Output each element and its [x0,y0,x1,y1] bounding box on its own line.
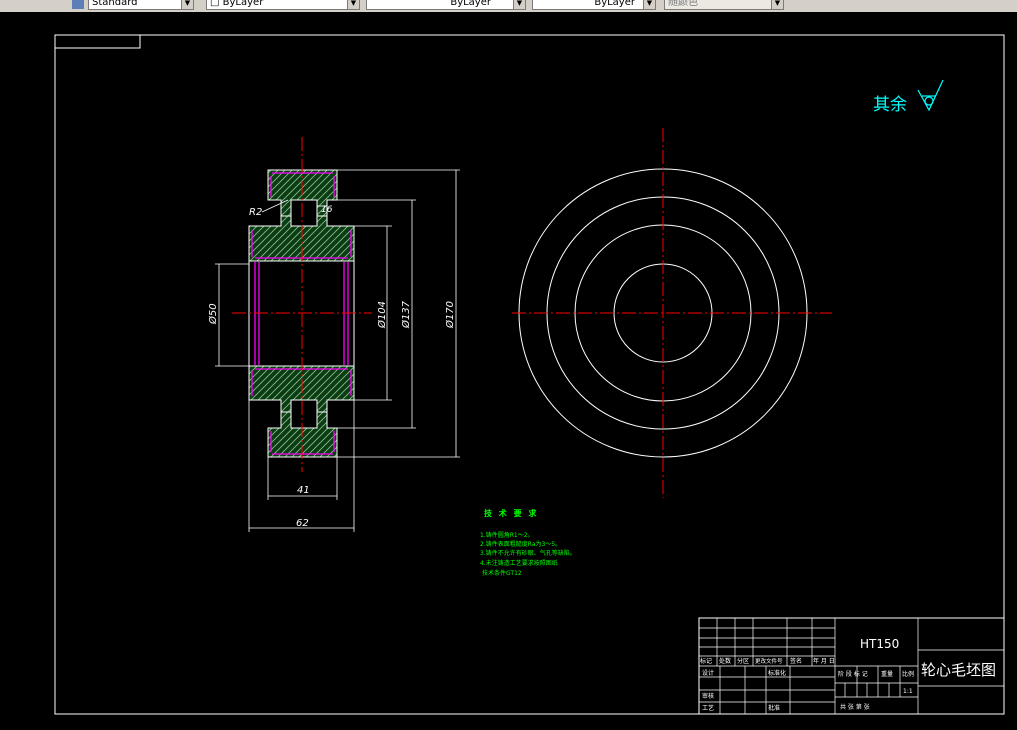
corner-tag-box [54,34,141,49]
drawing-name-text: 轮心毛坯图 [921,661,996,679]
tech-requirements: 技 术 要 求 1.铸件圆角R1～2。 2.铸件表面粗糙度Ra为3～5。 3.铸… [480,508,576,577]
tech-requirements-title: 技 术 要 求 [484,508,538,518]
tech-requirements-line: 2.铸件表面粗糙度Ra为3～5。 [480,540,561,548]
section-view [232,137,372,472]
text-style-icon[interactable] [72,0,84,9]
layer-combo[interactable]: □ ByLayer ▼ [206,0,360,10]
header-sign: 签名 [790,657,802,665]
label-weight: 重量 [881,670,893,678]
dim-phi137: Ø137 [400,300,412,329]
plot-style-value: 随颜色 [668,0,698,8]
properties-toolbar: Standard ▼ □ ByLayer ▼ ByLayer ▼ ByLayer… [0,0,1017,12]
roughness-symbol-icon [917,79,944,112]
dim-62: 62 [296,518,309,529]
dim-r2: R2 [249,207,262,218]
chevron-down-icon[interactable]: ▼ [181,0,193,9]
label-sheets: 共 张 第 张 [840,703,870,711]
label-scale: 比例 [902,670,914,678]
drawing-canvas[interactable]: 其余 R2 16 Ø50 Ø104 Ø137 Ø170 41 62 技 术 要 … [0,12,1017,730]
label-check: 审核 [702,692,714,700]
text-style-combo[interactable]: Standard ▼ [88,0,194,10]
roughness-note-text: 其余 [873,95,907,115]
label-standardization: 标准化 [768,669,786,677]
dim-16: 16 [321,205,333,215]
label-approve: 批准 [768,704,780,712]
dim-phi50: Ø50 [207,303,219,325]
header-zone: 分区 [737,657,749,665]
label-process: 工艺 [702,704,714,712]
linetype-value: ByLayer [450,0,491,8]
lineweight-value: ByLayer [594,0,635,8]
label-design: 设计 [702,669,714,677]
roughness-note: 其余 [873,79,944,115]
dim-phi104: Ø104 [376,301,388,329]
header-change-doc: 更改文件号 [755,657,783,665]
tech-requirements-line: 技术条件GT12 [482,569,522,577]
lineweight-combo[interactable]: ByLayer ▼ [532,0,656,10]
linetype-combo[interactable]: ByLayer ▼ [366,0,526,10]
dim-phi170: Ø170 [444,301,456,329]
header-mark: 标记 [700,657,712,665]
label-stage-mark: 阶 段 标 记 [838,670,868,678]
layer-value: ByLayer [222,0,264,8]
header-count: 处数 [719,657,731,665]
chevron-down-icon[interactable]: ▼ [771,0,783,9]
tech-requirements-line: 1.铸件圆角R1～2。 [480,531,534,539]
dim-41: 41 [297,485,310,496]
scale-value: 1:1 [903,688,913,695]
title-block: 标记 处数 分区 更改文件号 签名 年 月 日 设计 标准化 审核 工艺 批准 … [698,617,1005,715]
chevron-down-icon[interactable]: ▼ [643,0,655,9]
material-text: HT150 [860,637,899,651]
tech-requirements-line: 4.未注铸造工艺要求按照图纸 [480,559,558,567]
drawing-border [54,34,1005,715]
text-style-value: Standard [92,0,138,8]
chevron-down-icon[interactable]: ▼ [347,0,359,9]
section-dimensions [215,169,460,532]
plot-style-combo[interactable]: 随颜色 ▼ [664,0,784,10]
chevron-down-icon[interactable]: ▼ [513,0,525,9]
header-date: 年 月 日 [813,657,835,665]
tech-requirements-line: 3.铸件不允许有砂眼、气孔等缺陷。 [480,549,576,557]
